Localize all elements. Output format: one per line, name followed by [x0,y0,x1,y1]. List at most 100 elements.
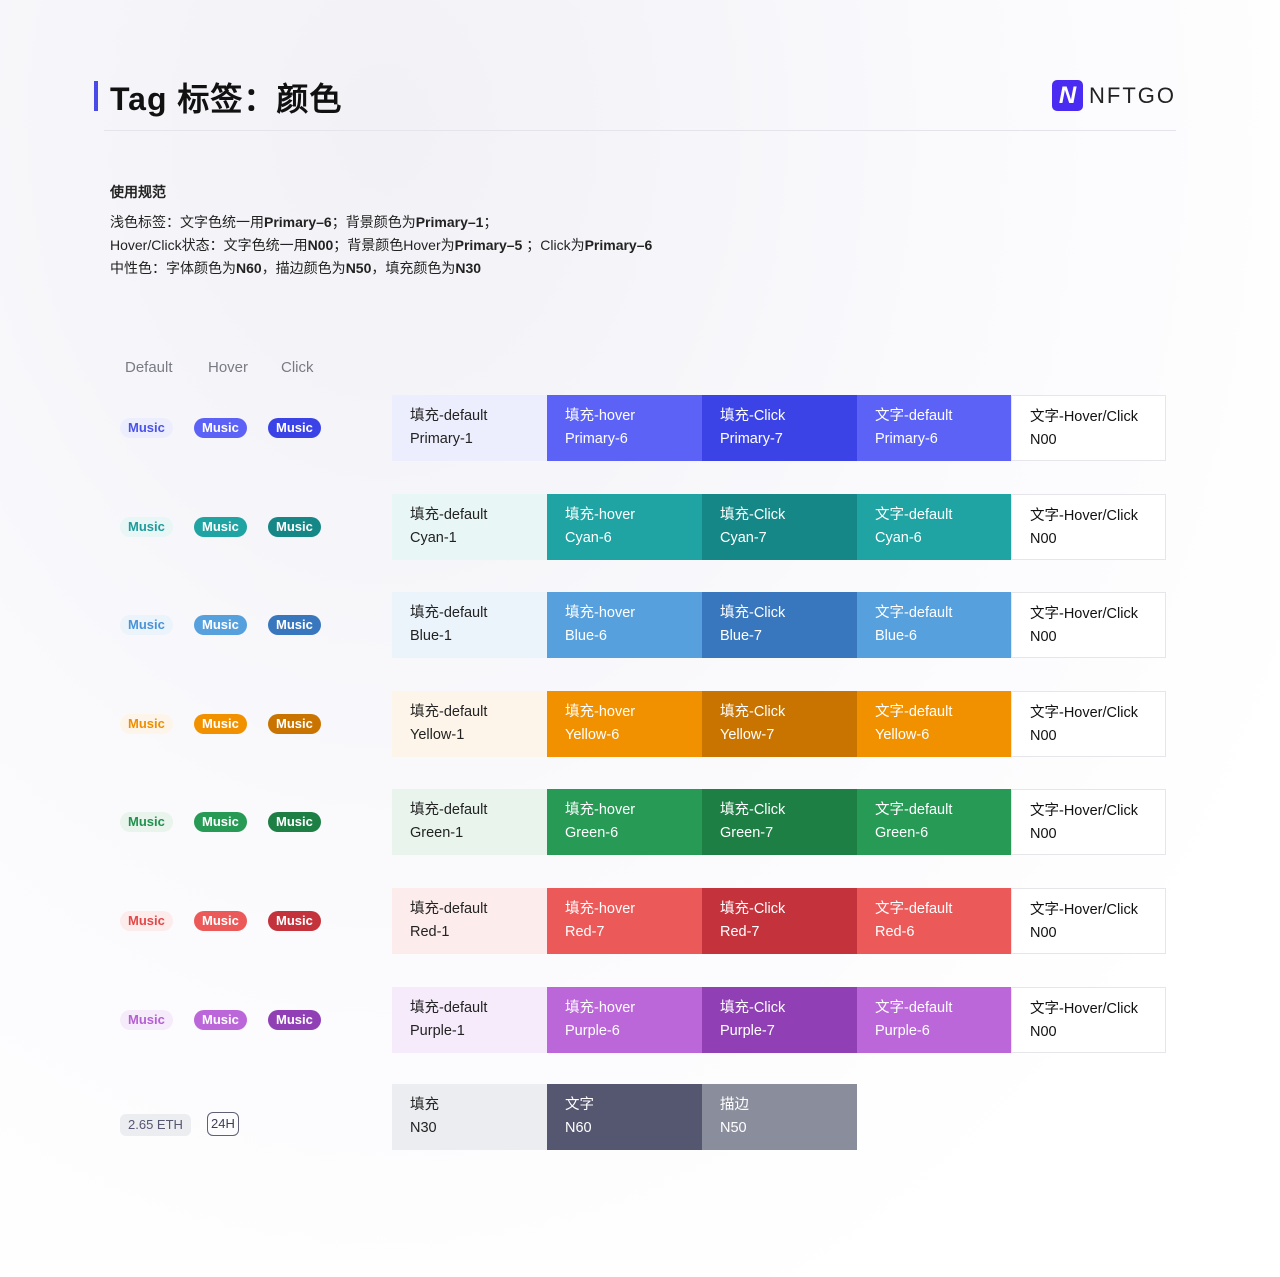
swatch-red-2: 填充-hover Red-7 [547,888,702,954]
usage-token: Primary–6 [264,214,332,230]
swatch-title: 文字-default [875,605,953,622]
swatch-token: Purple-7 [720,1022,775,1039]
swatch-title: 文字-Hover/Click [1030,409,1138,425]
swatch-title: 填充-default [410,999,488,1016]
tag-purple-default[interactable]: Music [120,1009,173,1030]
swatch-token: Purple-6 [565,1022,620,1039]
usage-heading: 使用规范 [110,184,166,200]
usage-token: N00 [307,237,334,253]
swatch-token: Green-6 [875,825,929,842]
swatch-token: N00 [1030,530,1057,547]
usage-text: 中性色：字体颜色为 [110,260,236,276]
swatch-purple-5: 文字-Hover/Click N00 [1011,986,1166,1053]
nftgo-logo-icon: N [1052,80,1083,111]
usage-text: ；背景颜色Hover为 [333,237,455,253]
tag-blue-hover[interactable]: Music [194,615,247,636]
tag-yellow-click[interactable]: Music [268,713,321,734]
tag-primary-click[interactable]: Music [268,418,321,438]
swatch-token: N00 [1030,629,1057,646]
usage-line-2: Hover/Click状态：文字色统一用N00；背景颜色Hover为Primar… [110,234,652,257]
swatch-title: 填充-default [410,802,488,819]
usage-token: N30 [455,260,482,276]
swatch-red-5: 文字-Hover/Click N00 [1011,888,1166,954]
swatch-title: 填充-hover [565,703,636,720]
swatch-title: 文字-Hover/Click [1030,704,1138,721]
swatch-title: 填充-hover [565,802,636,819]
swatch-title: 填充-Click [720,408,786,424]
swatch-title: 文字-Hover/Click [1030,902,1138,918]
swatch-token: Blue-6 [875,628,917,645]
swatch-yellow-4: 文字-default Yellow-6 [857,690,1012,757]
usage-text: ； [483,214,498,230]
swatch-title: 文字-default [875,703,953,720]
swatch-primary-4: 文字-default Primary-6 [857,395,1012,461]
nftgo-logo: N NFTGO [1052,80,1176,111]
swatch-blue-5: 文字-Hover/Click N00 [1011,592,1166,659]
usage-text: Hover/Click状态：文字色统一用 [110,237,308,253]
usage-token: N50 [345,260,372,276]
swatch-title: 文字-Hover/Click [1030,606,1138,623]
tag-cyan-default[interactable]: Music [120,516,173,537]
swatch-token: Blue-6 [565,628,607,645]
tag-cyan-click[interactable]: Music [268,516,321,537]
usage-token: Primary–5 [454,237,523,253]
swatch-title: 填充-Click [720,999,786,1016]
swatch-token: N00 [1030,432,1057,448]
swatch-title: 描边 [720,1097,749,1113]
swatch-blue-1: 填充-default Blue-1 [392,592,547,659]
swatch-primary-5: 文字-Hover/Click N00 [1011,395,1166,461]
swatch-token: Yellow-6 [875,726,930,743]
tag-green-default[interactable]: Music [120,812,173,833]
swatch-cyan-5: 文字-Hover/Click N00 [1011,493,1166,560]
swatch-blue-3: 填充-Click Blue-7 [702,592,857,659]
swatch-red-1: 填充-default Red-1 [392,888,547,954]
tag-primary-default[interactable]: Music [120,418,173,438]
tag-red-default[interactable]: Music [120,911,173,931]
swatch-yellow-2: 填充-hover Yellow-6 [547,690,702,757]
swatch-blue-2: 填充-hover Blue-6 [547,592,702,659]
swatch-purple-3: 填充-Click Purple-7 [702,986,857,1053]
usage-text: ，描边颜色为 [261,260,346,276]
swatch-purple-2: 填充-hover Purple-6 [547,986,702,1053]
usage-line-3: 中性色：字体颜色为N60，描边颜色为N50，填充颜色为N30 [110,257,652,280]
swatch-title: 填充-default [410,506,488,523]
state-label-hover: Hover [208,359,249,376]
swatch-token: Red-7 [720,924,760,940]
swatch-title: 填充-default [410,408,488,424]
swatch-green-5: 文字-Hover/Click N00 [1011,789,1166,856]
tag-green-hover[interactable]: Music [194,812,247,833]
swatch-title: 填充-hover [565,506,636,523]
swatch-neutral-n50: 描边 N50 [702,1084,857,1150]
tag-purple-click[interactable]: Music [268,1009,321,1030]
usage-text: 浅色标签：文字色统一用 [110,214,264,230]
swatch-green-2: 填充-hover Green-6 [547,789,702,856]
swatch-title: 填充-Click [720,605,786,622]
swatch-primary-1: 填充-default Primary-1 [392,395,547,461]
tag-purple-hover[interactable]: Music [194,1009,247,1030]
swatch-token: Primary-6 [875,431,938,447]
tag-red-click[interactable]: Music [268,911,321,931]
swatch-token: Green-1 [410,825,464,842]
swatch-title: 文字-default [875,506,953,523]
swatch-token: Cyan-7 [720,529,767,546]
swatch-title: 文字-Hover/Click [1030,1000,1138,1017]
tag-green-click[interactable]: Music [268,812,321,833]
swatch-red-4: 文字-default Red-6 [857,888,1012,954]
swatch-green-3: 填充-Click Green-7 [702,789,857,856]
tag-primary-hover[interactable]: Music [194,418,247,438]
swatch-token: Primary-1 [410,431,473,447]
tag-yellow-hover[interactable]: Music [194,713,247,734]
swatch-token: Green-7 [720,825,774,842]
tag-red-hover[interactable]: Music [194,911,247,931]
tag-blue-default[interactable]: Music [120,615,173,636]
tag-yellow-default[interactable]: Music [120,713,173,734]
period-24h-tag: 24H [207,1112,239,1136]
usage-text: ；Click为 [522,237,585,253]
usage-line-1: 浅色标签：文字色统一用Primary–6；背景颜色为Primary–1； [110,211,652,234]
swatch-token: N30 [410,1120,437,1136]
swatch-token: Primary-6 [565,431,628,447]
tag-cyan-hover[interactable]: Music [194,516,247,537]
swatch-token: Red-7 [565,924,605,940]
swatch-title: 填充-Click [720,506,786,523]
tag-blue-click[interactable]: Music [268,615,321,636]
